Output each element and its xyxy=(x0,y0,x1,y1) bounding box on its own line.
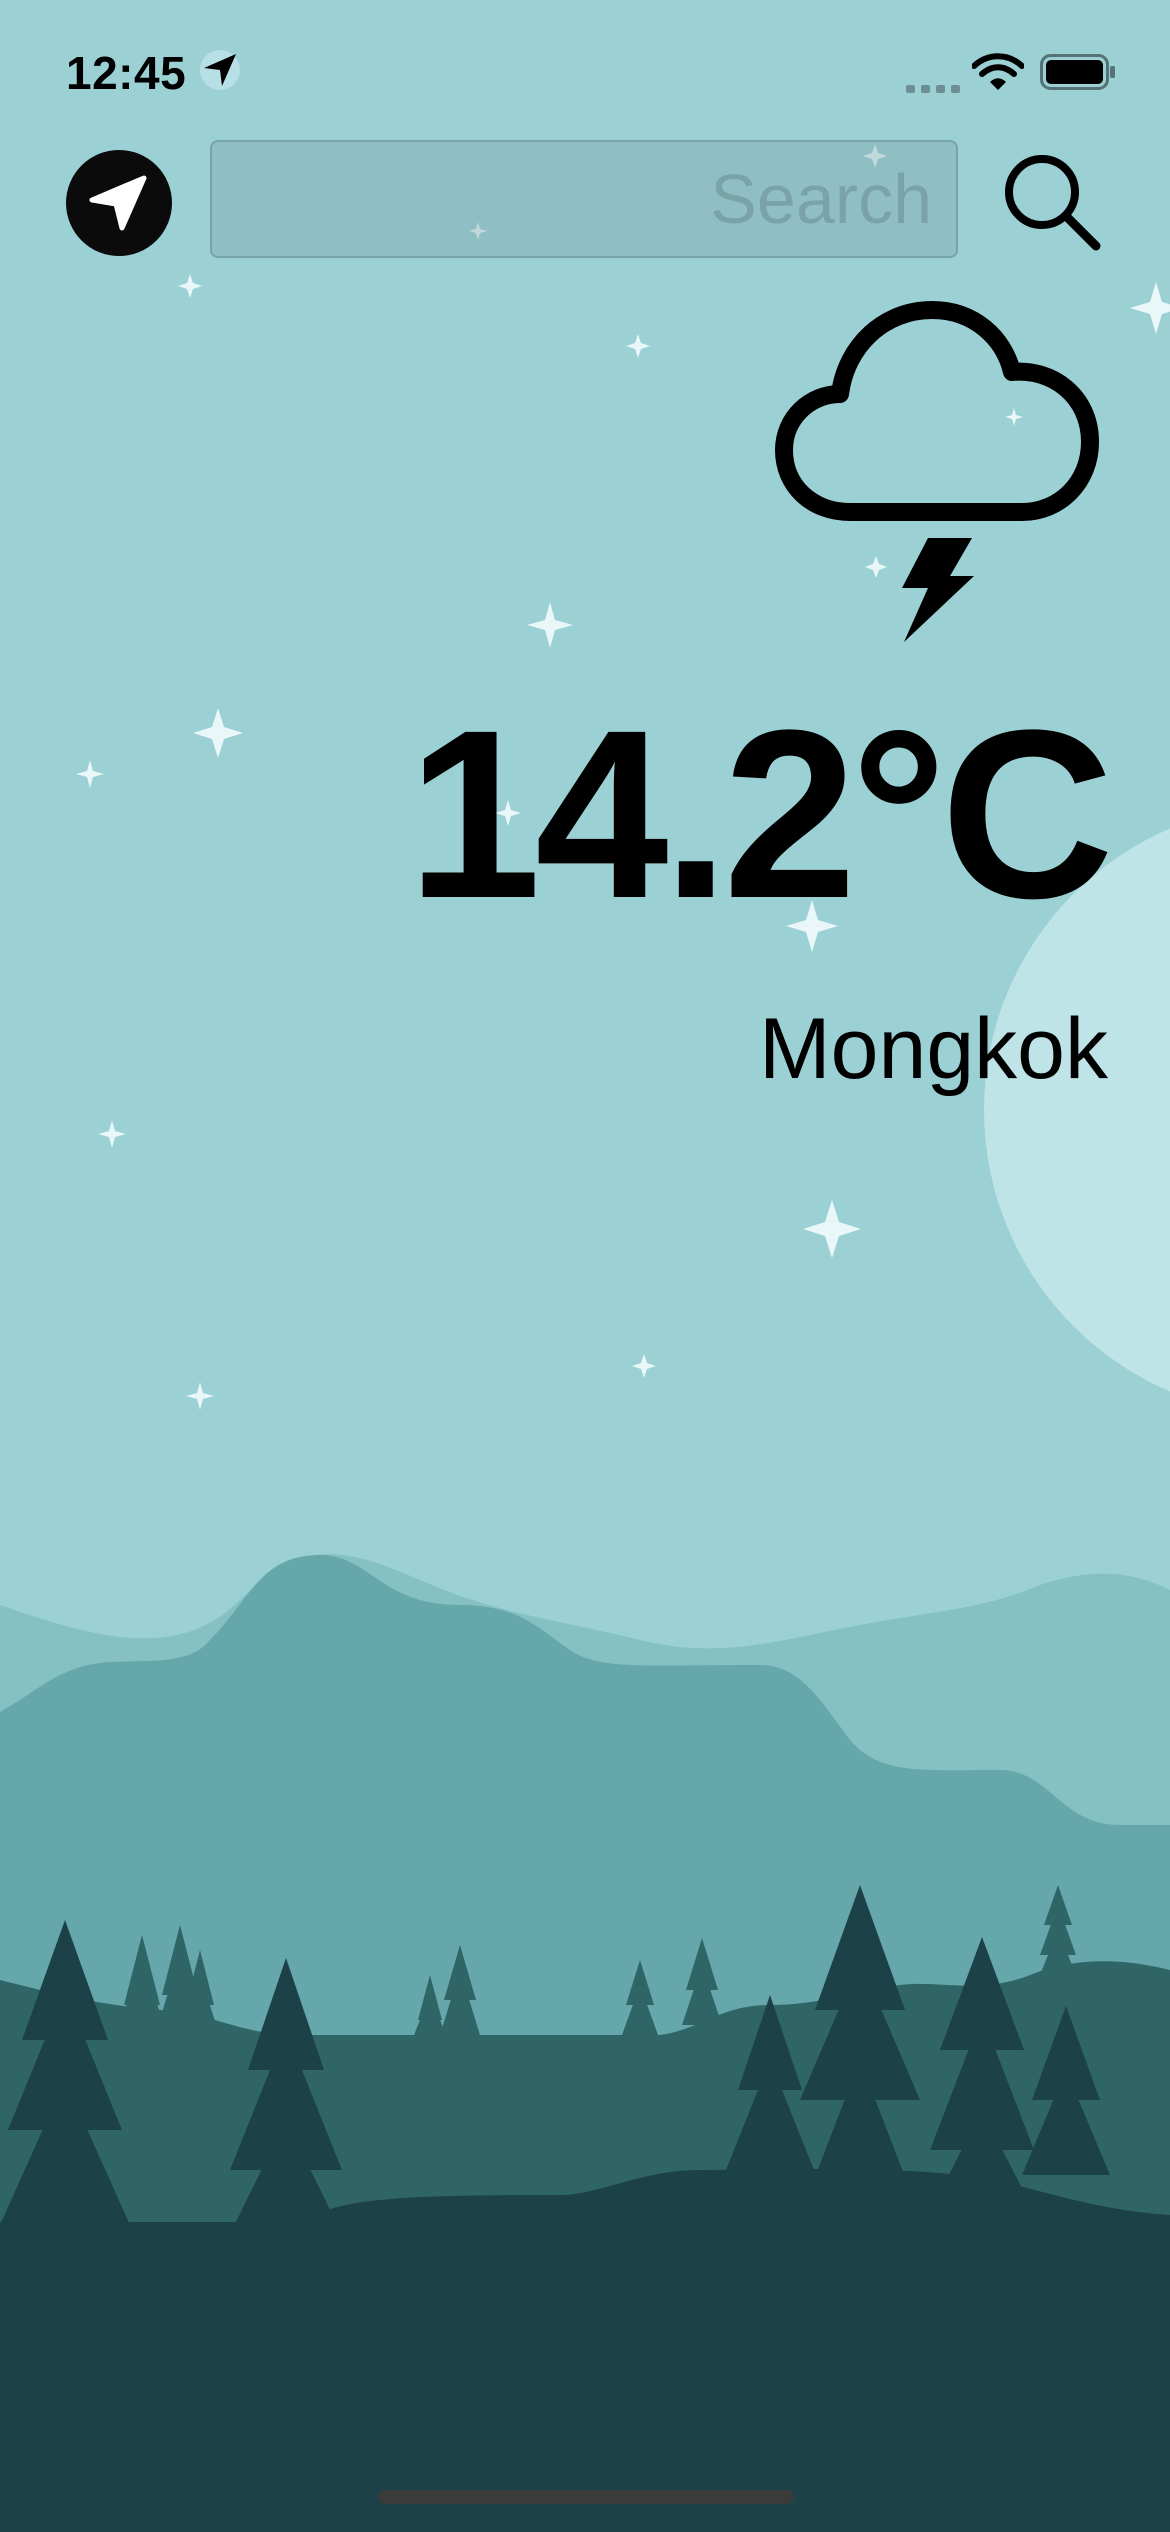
status-time: 12:45 xyxy=(66,47,187,99)
cellular-signal-icon xyxy=(906,85,960,93)
weather-screen: 12:45 Search 14.2°C Mongkok xyxy=(0,0,1170,2532)
magnifier-icon xyxy=(1005,155,1101,251)
status-bar: 12:45 xyxy=(0,0,1170,140)
thunderstorm-cloud-icon xyxy=(775,301,1099,642)
search-input[interactable] xyxy=(212,142,956,256)
foreground-ground xyxy=(0,2169,1170,2532)
navigation-arrow-icon xyxy=(89,175,147,231)
location-arrow-icon xyxy=(200,50,240,90)
battery-icon xyxy=(1040,54,1115,90)
search-field[interactable] xyxy=(210,140,958,258)
search-button[interactable] xyxy=(996,146,1106,256)
current-location-button[interactable] xyxy=(66,150,172,256)
temperature-reading: 14.2°C xyxy=(407,680,1114,948)
city-name: Mongkok xyxy=(759,1001,1108,1097)
home-indicator[interactable] xyxy=(378,2490,794,2504)
wifi-icon xyxy=(972,53,1024,90)
